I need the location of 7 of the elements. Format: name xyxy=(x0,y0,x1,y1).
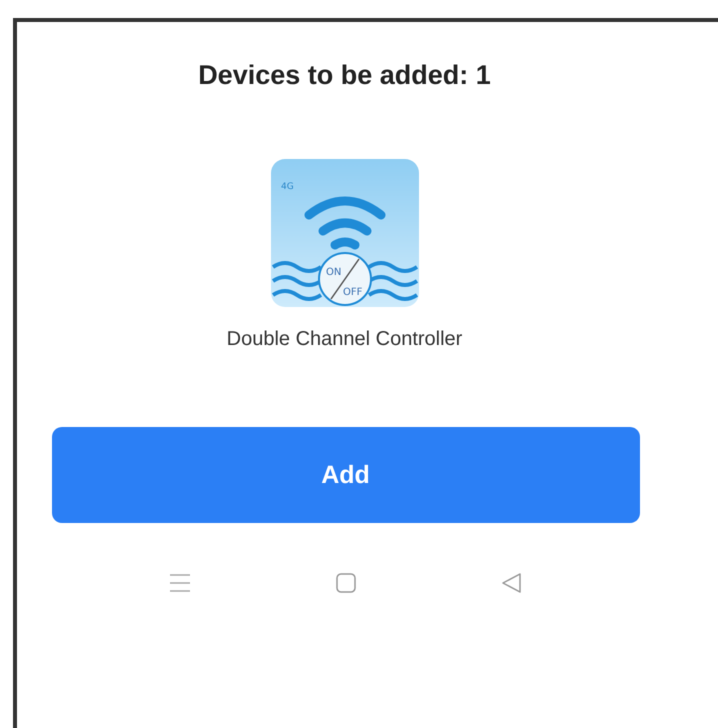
device-drawing: 4G ON OFF xyxy=(270,159,418,307)
device-name: Double Channel Controller xyxy=(226,327,464,352)
home-icon[interactable] xyxy=(334,571,358,595)
add-button[interactable]: Add xyxy=(52,427,640,523)
menu-icon[interactable] xyxy=(168,572,192,594)
back-icon[interactable] xyxy=(500,572,522,594)
dialog-title: Devices to be added: 1 xyxy=(198,60,491,91)
